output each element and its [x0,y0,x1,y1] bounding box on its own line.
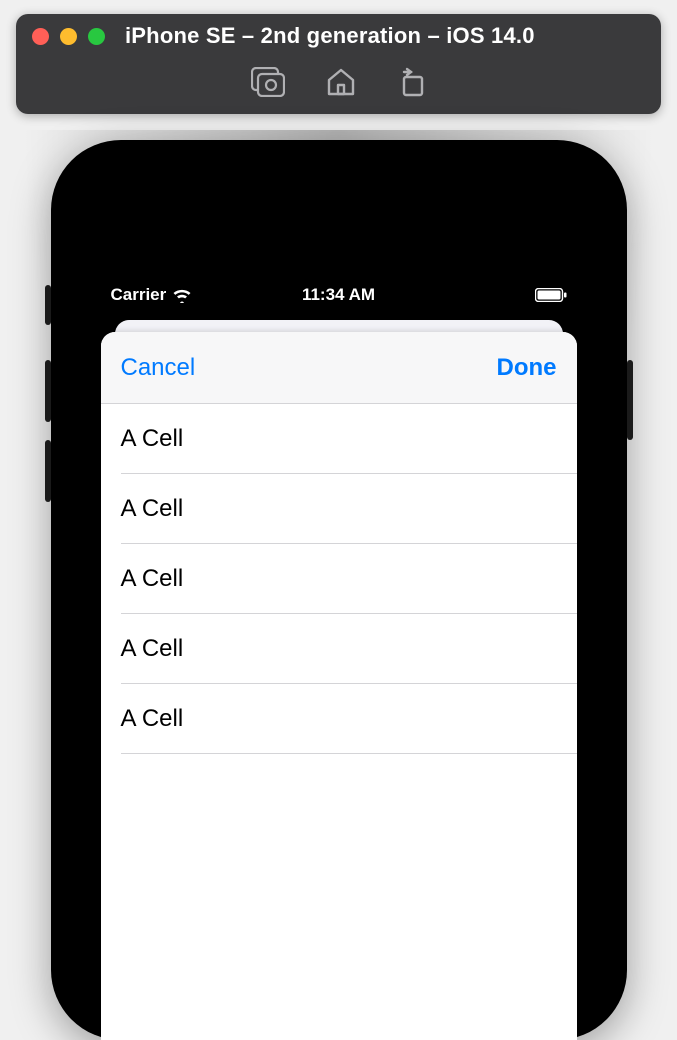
window-title: iPhone SE – 2nd generation – iOS 14.0 [125,23,535,49]
titlebar: iPhone SE – 2nd generation – iOS 14.0 [16,14,661,58]
home-icon [325,67,357,97]
volume-down-button[interactable] [45,440,51,502]
power-button[interactable] [627,360,633,440]
modal-sheet: Cancel Done A Cell A Cell A Cell A Cell … [101,332,577,1040]
cell-label: A Cell [121,495,184,523]
simulator-window: iPhone SE – 2nd generation – iOS 14.0 [16,14,661,114]
volume-up-button[interactable] [45,360,51,422]
cell-label: A Cell [121,425,184,453]
status-bar: Carrier 11:34 AM [101,280,577,310]
cell-label: A Cell [121,635,184,663]
home-button[interactable] [325,67,357,97]
screenshot-icon [251,67,285,97]
wifi-icon [172,288,192,303]
table-row[interactable]: A Cell [101,684,577,754]
simulator-toolbar [16,58,661,106]
cell-label: A Cell [121,705,184,733]
cell-label: A Cell [121,565,184,593]
carrier-label: Carrier [111,285,167,305]
table-row[interactable]: A Cell [101,614,577,684]
device-screen: Carrier 11:34 AM Cancel Done [101,280,577,1040]
iphone-device: Carrier 11:34 AM Cancel Done [51,140,627,1040]
rotate-icon [397,66,427,98]
done-button[interactable]: Done [497,354,557,382]
close-window-button[interactable] [32,28,49,45]
rotate-button[interactable] [397,66,427,98]
table-row[interactable]: A Cell [101,544,577,614]
minimize-window-button[interactable] [60,28,77,45]
status-left: Carrier [111,285,193,305]
navigation-bar: Cancel Done [101,332,577,404]
table-row[interactable]: A Cell [101,474,577,544]
screenshot-button[interactable] [251,67,285,97]
table-view[interactable]: A Cell A Cell A Cell A Cell A Cell [101,404,577,754]
table-row[interactable]: A Cell [101,404,577,474]
status-right [535,288,567,302]
traffic-lights [32,28,105,45]
battery-icon [535,288,567,302]
cancel-button[interactable]: Cancel [121,354,196,382]
zoom-window-button[interactable] [88,28,105,45]
mute-switch[interactable] [45,285,51,325]
